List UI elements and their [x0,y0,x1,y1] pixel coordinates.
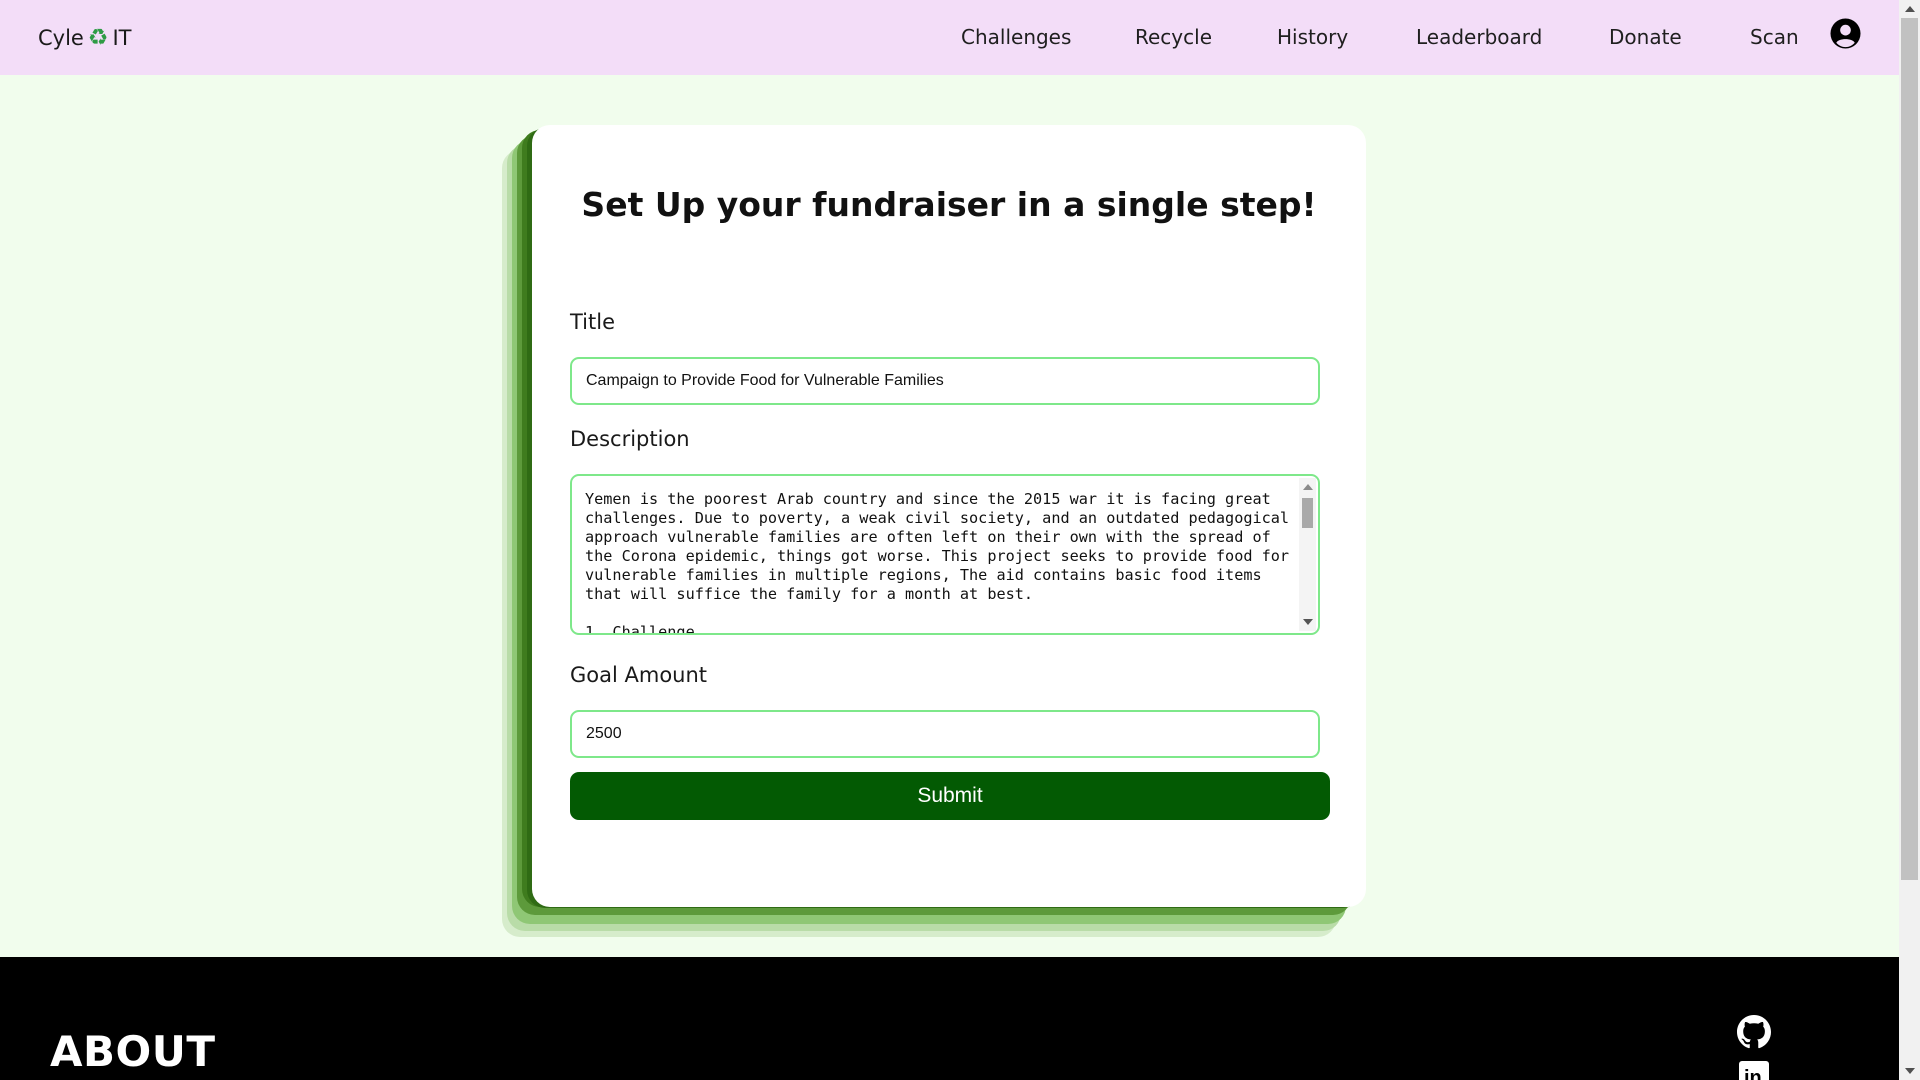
linkedin-icon[interactable]: in [1739,1061,1769,1080]
description-label: Description [570,427,690,451]
brand-logo[interactable]: Cyle ♻ IT [38,26,132,50]
description-textarea[interactable]: Yemen is the poorest Arab country and si… [570,474,1320,635]
nav-item-recycle[interactable]: Recycle [1135,25,1212,49]
brand-text-left: Cyle [38,26,84,50]
nav-item-history[interactable]: History [1277,25,1348,49]
submit-button[interactable]: Submit [570,772,1330,820]
footer: ABOUT in [0,957,1899,1080]
nav-item-challenges[interactable]: Challenges [961,25,1071,49]
nav-item-scan[interactable]: Scan [1750,25,1799,49]
scroll-down-arrow-icon[interactable] [1303,619,1313,625]
title-label: Title [570,310,616,334]
goal-amount-input[interactable]: 2500 [570,710,1320,758]
title-input[interactable]: Campaign to Provide Food for Vulnerable … [570,357,1320,405]
textarea-scrollbar[interactable] [1299,478,1316,631]
nav-item-donate[interactable]: Donate [1609,25,1682,49]
page-scrollbar[interactable] [1899,0,1920,1080]
page-scroll-up-icon[interactable] [1905,6,1915,12]
user-circle-icon[interactable] [1830,18,1861,49]
nav-item-leaderboard[interactable]: Leaderboard [1416,25,1542,49]
page-scroll-down-icon[interactable] [1905,1068,1915,1074]
github-icon[interactable] [1737,1015,1771,1049]
top-navbar: Cyle ♻ IT Challenges Recycle History Lea… [0,0,1899,75]
goal-amount-label: Goal Amount [570,663,708,687]
description-text: Yemen is the poorest Arab country and si… [585,490,1290,635]
recycle-icon: ♻ [87,24,109,51]
scroll-up-arrow-icon[interactable] [1303,484,1313,490]
brand-text-right: IT [112,26,132,50]
fundraiser-form-card: Set Up your fundraiser in a single step!… [532,125,1366,907]
form-heading: Set Up your fundraiser in a single step! [581,185,1317,224]
page-scroll-thumb[interactable] [1901,18,1918,880]
scroll-thumb[interactable] [1302,498,1313,528]
about-heading: ABOUT [50,1027,216,1076]
